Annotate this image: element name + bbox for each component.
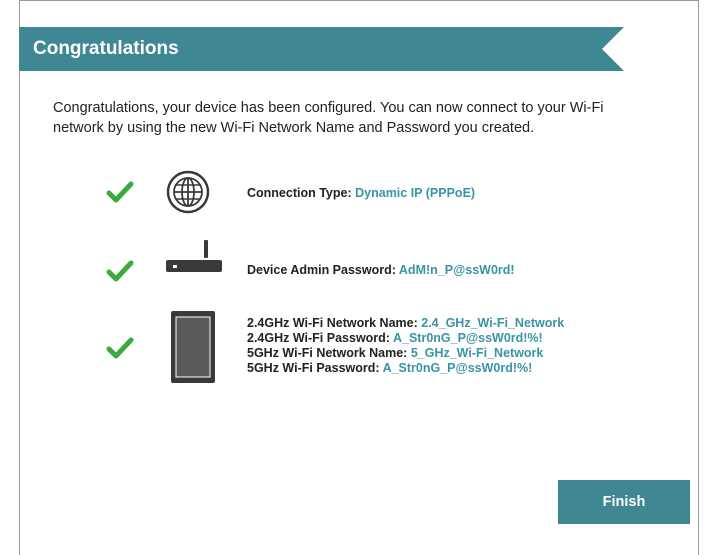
wifi-24-password-label: 2.4GHz Wi-Fi Password: [247, 331, 390, 345]
wifi-5-name-value: 5_GHz_Wi-Fi_Network [410, 346, 544, 360]
connection-value: Dynamic IP (PPPoE) [355, 186, 476, 200]
globe-icon [166, 170, 210, 214]
admin-label: Device Admin Password: [247, 263, 396, 277]
wifi-24-password-line: 2.4GHz Wi-Fi Password: A_Str0nG_P@ssW0rd… [247, 331, 564, 346]
intro-line-1: Congratulations, your device has been co… [53, 100, 604, 116]
intro-text: Congratulations, your device has been co… [53, 98, 673, 138]
admin-info: Device Admin Password: AdM!n_P@ssW0rd! [247, 263, 515, 278]
wifi-5-name-line: 5GHz Wi-Fi Network Name: 5_GHz_Wi-Fi_Net… [247, 346, 564, 361]
wifi-info: 2.4GHz Wi-Fi Network Name: 2.4_GHz_Wi-Fi… [247, 316, 564, 376]
header-banner: Congratulations [19, 27, 624, 71]
wifi-24-name-value: 2.4_GHz_Wi-Fi_Network [421, 316, 565, 330]
checkmark-icon [106, 337, 134, 359]
checkmark-icon [106, 260, 134, 282]
wifi-24-password-value: A_Str0nG_P@ssW0rd!%! [392, 331, 543, 345]
intro-line-2: network by using the new Wi-Fi Network N… [53, 120, 535, 136]
wifi-24-name-line: 2.4GHz Wi-Fi Network Name: 2.4_GHz_Wi-Fi… [247, 316, 564, 331]
admin-value: AdM!n_P@ssW0rd! [398, 263, 515, 277]
connection-info: Connection Type: Dynamic IP (PPPoE) [247, 186, 475, 201]
tablet-icon [171, 311, 215, 383]
wifi-5-password-value: A_Str0nG_P@ssW0rd!%! [382, 361, 533, 375]
wifi-5-password-line: 5GHz Wi-Fi Password: A_Str0nG_P@ssW0rd!%… [247, 361, 564, 376]
wifi-5-name-label: 5GHz Wi-Fi Network Name: [247, 346, 408, 360]
connection-label: Connection Type: [247, 186, 352, 200]
router-icon [166, 240, 222, 272]
checkmark-icon [106, 181, 134, 203]
wifi-5-password-label: 5GHz Wi-Fi Password: [247, 361, 380, 375]
page-title: Congratulations [33, 38, 179, 59]
finish-button[interactable]: Finish [558, 480, 690, 524]
wifi-24-name-label: 2.4GHz Wi-Fi Network Name: [247, 316, 418, 330]
